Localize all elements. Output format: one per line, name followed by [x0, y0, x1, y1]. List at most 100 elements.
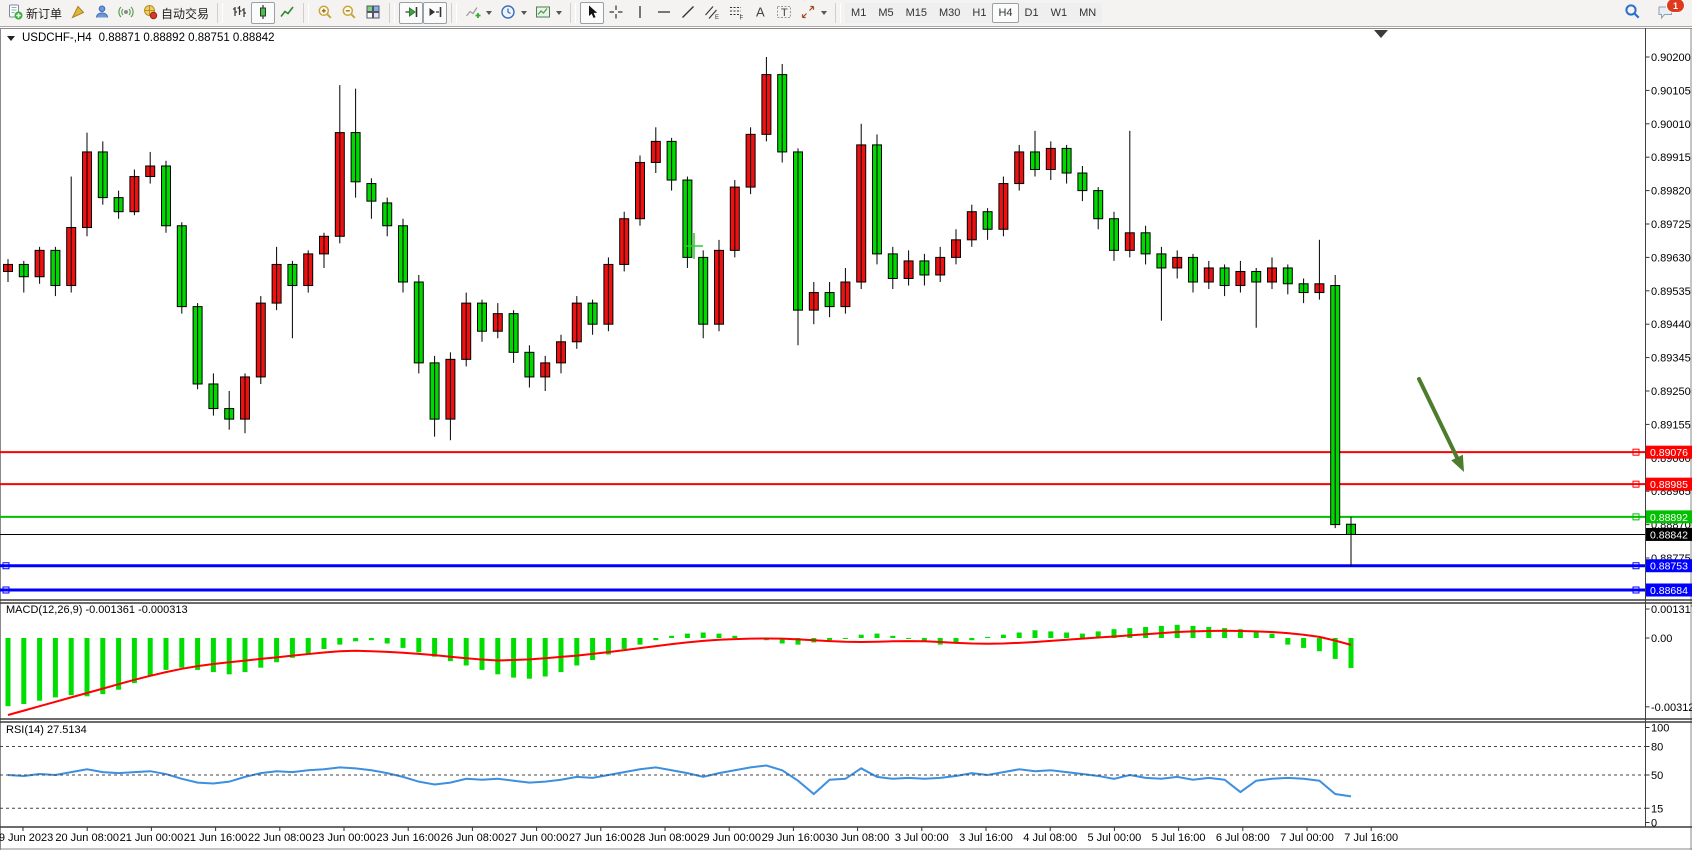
cursor-button[interactable] [580, 2, 604, 24]
template-icon [535, 4, 551, 23]
toolbar-right: 1 [1620, 2, 1689, 24]
toolbar-group-insert [461, 0, 566, 26]
svg-text:0.89725: 0.89725 [1651, 219, 1691, 231]
arrows-button[interactable] [796, 2, 831, 24]
bar-chart-button[interactable] [227, 2, 251, 24]
line-chart-button[interactable] [275, 2, 299, 24]
svg-text:22 Jun 08:00: 22 Jun 08:00 [248, 832, 312, 844]
tile-windows-button[interactable] [361, 2, 385, 24]
svg-text:F: F [740, 15, 744, 20]
chevron-down-icon[interactable] [7, 36, 15, 41]
svg-text:0.89820: 0.89820 [1651, 186, 1691, 198]
svg-text:5 Jul 00:00: 5 Jul 00:00 [1087, 832, 1141, 844]
timeframe-H1[interactable]: H1 [966, 3, 992, 23]
search-button[interactable] [1620, 2, 1645, 24]
timeframe-M5[interactable]: M5 [872, 3, 899, 23]
profile-button[interactable] [90, 2, 114, 24]
timeframe-M15[interactable]: M15 [900, 3, 933, 23]
chevron-down-icon [556, 11, 562, 15]
ohlc-bars-icon [231, 4, 247, 23]
chevron-down-icon [486, 11, 492, 15]
toolbar-separator [217, 3, 223, 23]
price-chart-canvas[interactable]: 0.902000.901050.900100.899150.898200.897… [0, 28, 1692, 850]
fibonacci-button[interactable]: F [724, 2, 748, 24]
notifications-button[interactable]: 1 [1653, 2, 1679, 24]
price-tag: 0.88985 [1646, 478, 1692, 492]
date-axis[interactable]: 19 Jun 202320 Jun 08:0021 Jun 00:0021 Ju… [0, 832, 1398, 844]
add-indicator-button[interactable] [461, 2, 496, 24]
indicator-plus-icon [465, 4, 481, 23]
crosshair-button[interactable] [604, 2, 628, 24]
macd-indicator-label: MACD(12,26,9) -0.001361 -0.000313 [6, 604, 188, 616]
autotrading-icon [142, 4, 158, 23]
toolbar-separator [570, 3, 576, 23]
periods-button[interactable] [496, 2, 531, 24]
timeframe-H4[interactable]: H4 [992, 3, 1018, 23]
zoom-out-button[interactable] [337, 2, 361, 24]
price-tag: 0.89076 [1646, 446, 1692, 460]
horizontal-line-button[interactable] [652, 2, 676, 24]
svg-text:0.90200: 0.90200 [1651, 52, 1691, 64]
clock-icon [500, 4, 516, 23]
gold-pointer-icon [70, 4, 86, 23]
arrows-icon [800, 4, 816, 23]
text-a-icon: A [752, 4, 768, 23]
zoom-in-button[interactable] [313, 2, 337, 24]
toolbar-separator [451, 3, 457, 23]
auto-scroll-button[interactable] [399, 2, 423, 24]
signals-button[interactable] [114, 2, 138, 24]
svg-text:0.001317: 0.001317 [1651, 604, 1692, 616]
templates-button[interactable] [531, 2, 566, 24]
svg-text:0.88842: 0.88842 [1650, 529, 1688, 541]
svg-text:0.00: 0.00 [1651, 633, 1672, 645]
text-label-icon: T [776, 4, 792, 23]
svg-text:T: T [781, 7, 788, 19]
svg-text:23 Jun 16:00: 23 Jun 16:00 [376, 832, 440, 844]
timeframe-D1[interactable]: D1 [1019, 3, 1045, 23]
svg-text:0.89250: 0.89250 [1651, 386, 1691, 398]
price-tag: 0.88753 [1646, 559, 1692, 573]
timeframe-M30[interactable]: M30 [933, 3, 966, 23]
svg-text:0.89535: 0.89535 [1651, 286, 1691, 298]
svg-text:0.88753: 0.88753 [1650, 561, 1688, 573]
candlestick-chart-button[interactable] [251, 2, 275, 24]
horizontal-line-icon [656, 4, 672, 23]
vertical-line-button[interactable] [628, 2, 652, 24]
gold-pointer-button[interactable] [66, 2, 90, 24]
svg-text:28 Jun 08:00: 28 Jun 08:00 [633, 832, 697, 844]
ohlc-quotes-label: 0.88871 0.88892 0.88751 0.88842 [99, 32, 275, 44]
svg-text:21 Jun 00:00: 21 Jun 00:00 [120, 832, 184, 844]
channel-button[interactable]: E [700, 2, 724, 24]
zoom-out-icon [341, 4, 357, 23]
svg-text:15: 15 [1651, 803, 1663, 815]
svg-text:0: 0 [1651, 818, 1657, 830]
sonar-icon [118, 4, 134, 23]
text-label-button[interactable]: T [772, 2, 796, 24]
new-order-label: 新订单 [26, 5, 62, 22]
auto-trading-button[interactable]: 自动交易 [138, 2, 213, 24]
svg-text:-0.003128: -0.003128 [1651, 702, 1692, 714]
svg-text:0.89630: 0.89630 [1651, 252, 1691, 264]
new-order-button[interactable]: 新订单 [3, 2, 66, 24]
toolbar-separator [835, 3, 841, 23]
timeframe-M1[interactable]: M1 [845, 3, 872, 23]
search-icon [1624, 3, 1641, 23]
chart-shift-button[interactable] [423, 2, 447, 24]
svg-text:0.88985: 0.88985 [1650, 479, 1688, 491]
chevron-down-icon [821, 11, 827, 15]
timeframe-MN[interactable]: MN [1073, 3, 1102, 23]
svg-text:0.89915: 0.89915 [1651, 152, 1691, 164]
toolbar-group-zoom [313, 0, 385, 26]
price-tag: 0.88842 [1646, 528, 1692, 542]
svg-text:19 Jun 2023: 19 Jun 2023 [0, 832, 53, 844]
equidistant-channel-icon: E [704, 4, 720, 23]
svg-text:29 Jun 16:00: 29 Jun 16:00 [762, 832, 826, 844]
cursor-icon [584, 4, 600, 23]
timeframe-W1[interactable]: W1 [1045, 3, 1074, 23]
svg-text:26 Jun 08:00: 26 Jun 08:00 [441, 832, 505, 844]
svg-text:50: 50 [1651, 770, 1663, 782]
trendline-button[interactable] [676, 2, 700, 24]
text-button[interactable]: A [748, 2, 772, 24]
toolbar-group-chart-type [227, 0, 299, 26]
svg-text:E: E [715, 15, 719, 20]
